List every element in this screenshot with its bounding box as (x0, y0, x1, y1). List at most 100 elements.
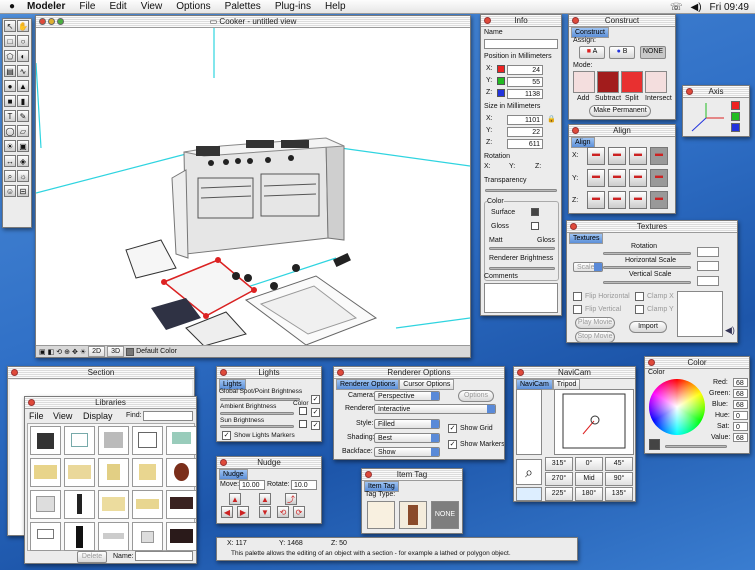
tool-figure-icon[interactable]: ☺ (4, 185, 16, 197)
vscale-field[interactable] (697, 276, 719, 286)
nudge-rotate-up-icon[interactable]: ⤴ (285, 493, 297, 505)
align-r3-c1-icon[interactable]: ▬ (587, 191, 605, 209)
pos-x-field[interactable]: 24 (507, 65, 543, 75)
tool-cube-icon[interactable]: ■ (4, 95, 16, 107)
nav-90-button[interactable]: 90° (605, 472, 633, 486)
tool-sweep-icon[interactable]: ∿ (17, 65, 29, 77)
ambient-color-swatch[interactable] (299, 407, 307, 415)
library-item-egg-chair[interactable] (166, 458, 196, 487)
camera-options-button[interactable]: Options (458, 390, 494, 402)
tool-tape-icon[interactable]: ⊟ (17, 185, 29, 197)
close-button[interactable] (517, 369, 524, 376)
axis-z-checkbox[interactable] (731, 123, 740, 132)
gloss-slider[interactable] (489, 247, 555, 250)
tool-paint-icon[interactable]: ◈ (17, 155, 29, 167)
nav-135-button[interactable]: 135° (605, 487, 633, 501)
axis-x-checkbox[interactable] (731, 101, 740, 110)
current-color-swatch[interactable] (649, 439, 660, 450)
apple-menu-icon[interactable]: ● (4, 1, 20, 12)
menu-palettes[interactable]: Palettes (218, 1, 268, 12)
menu-options[interactable]: Options (169, 1, 217, 12)
sun-checkbox[interactable]: ✓ (311, 421, 320, 430)
mode-add-icon[interactable] (573, 71, 595, 93)
value-field[interactable]: 68 (733, 433, 748, 442)
menu-file[interactable]: File (72, 1, 102, 12)
comments-field[interactable] (484, 283, 558, 313)
rotate-icon[interactable]: ⟲ (56, 348, 62, 356)
clamp-y-checkbox[interactable] (635, 305, 644, 314)
ambient-slider[interactable] (220, 412, 294, 415)
assign-none-button[interactable]: NONE (640, 46, 666, 59)
nudge-back-arrow-icon[interactable]: ▼ (259, 506, 271, 518)
move-field[interactable]: 10.00 (239, 480, 265, 490)
align-r2-c1-icon[interactable]: ▬ (587, 169, 605, 187)
assign-b-button[interactable]: ● B (609, 46, 635, 59)
library-item-tv[interactable] (30, 426, 61, 455)
nudge-left-arrow-icon[interactable]: ◀ (221, 506, 233, 518)
close-button[interactable] (648, 359, 655, 366)
tool-sun-icon[interactable]: ☼ (17, 170, 29, 182)
size-x-field[interactable]: 1101 (507, 115, 543, 125)
rotate-field[interactable]: 10.0 (291, 480, 317, 490)
close-button[interactable] (572, 17, 579, 24)
mode-label[interactable]: Default Color (136, 348, 177, 355)
pos-y-field[interactable]: 55 (507, 77, 543, 87)
close-button[interactable] (484, 17, 491, 24)
library-item-chair[interactable] (98, 458, 129, 487)
sun-slider[interactable] (220, 425, 294, 428)
flip-h-checkbox[interactable] (573, 292, 582, 301)
library-item-sofa[interactable] (30, 458, 61, 487)
stop-movie-button[interactable]: Stop Movie (575, 331, 615, 342)
close-button[interactable] (220, 369, 227, 376)
height-ruler[interactable] (516, 389, 542, 455)
tool-zoom-icon[interactable]: ⌕ (4, 170, 16, 182)
view-mode-icon[interactable] (516, 487, 542, 501)
nav-315-button[interactable]: 315° (545, 457, 573, 471)
axis-y-checkbox[interactable] (731, 112, 740, 121)
close-button[interactable] (572, 127, 579, 134)
nav-0-button[interactable]: 0° (575, 457, 603, 471)
camera-plan-view[interactable] (554, 389, 634, 455)
library-item-tower[interactable] (64, 522, 95, 551)
close-button[interactable] (570, 223, 577, 230)
surface-swatch[interactable] (531, 208, 539, 216)
renderer-select[interactable]: Interactive (374, 404, 496, 414)
close-button[interactable] (365, 471, 372, 478)
library-item-lounger[interactable] (132, 490, 163, 519)
render-icon[interactable]: ◧ (48, 348, 55, 356)
close-button[interactable] (686, 88, 693, 95)
align-r1-c3-icon[interactable]: ▬ (629, 147, 647, 165)
tab-textures[interactable]: Textures (569, 233, 604, 244)
menu-edit[interactable]: Edit (102, 1, 133, 12)
tool-cylinder-icon[interactable]: ▮ (17, 95, 29, 107)
tool-sphere-icon[interactable]: ● (4, 80, 16, 92)
speaker-icon[interactable]: ◀) (725, 325, 735, 336)
library-item-speaker[interactable] (64, 490, 95, 519)
red-field[interactable]: 68 (733, 378, 748, 387)
pos-z-field[interactable]: 1138 (507, 89, 543, 99)
mode-split-icon[interactable] (621, 71, 643, 93)
lock-icon[interactable]: 🔒 (547, 115, 556, 123)
delete-button[interactable]: Delete (77, 551, 107, 563)
align-r3-c3-icon[interactable]: ▬ (629, 191, 647, 209)
tag-none-button[interactable]: NONE (431, 501, 459, 529)
hscale-slider[interactable] (603, 266, 691, 269)
tool-cone-icon[interactable]: ▲ (17, 80, 29, 92)
magnifier-icon[interactable]: ⌕ (516, 459, 542, 485)
phone-icon[interactable]: ☏ (670, 2, 683, 13)
find-field[interactable] (143, 411, 193, 421)
lib-name-field[interactable] (135, 551, 193, 561)
close-button[interactable] (39, 18, 46, 25)
close-button[interactable] (337, 369, 344, 376)
green-field[interactable]: 68 (733, 389, 748, 398)
tool-extrude-icon[interactable]: ▤ (4, 65, 16, 77)
align-r1-c4-icon[interactable]: ▬ (650, 147, 668, 165)
nudge-up-arrow-icon[interactable]: ▲ (229, 493, 241, 505)
viewport-3d[interactable] (36, 28, 470, 347)
assign-a-button[interactable]: ■ A (579, 46, 605, 59)
backface-select[interactable]: Show (374, 447, 440, 457)
camera-select[interactable]: Perspective (374, 391, 440, 401)
tag-window-icon[interactable] (367, 501, 395, 529)
library-item-table[interactable] (166, 426, 196, 455)
library-item-desk[interactable] (30, 522, 61, 551)
